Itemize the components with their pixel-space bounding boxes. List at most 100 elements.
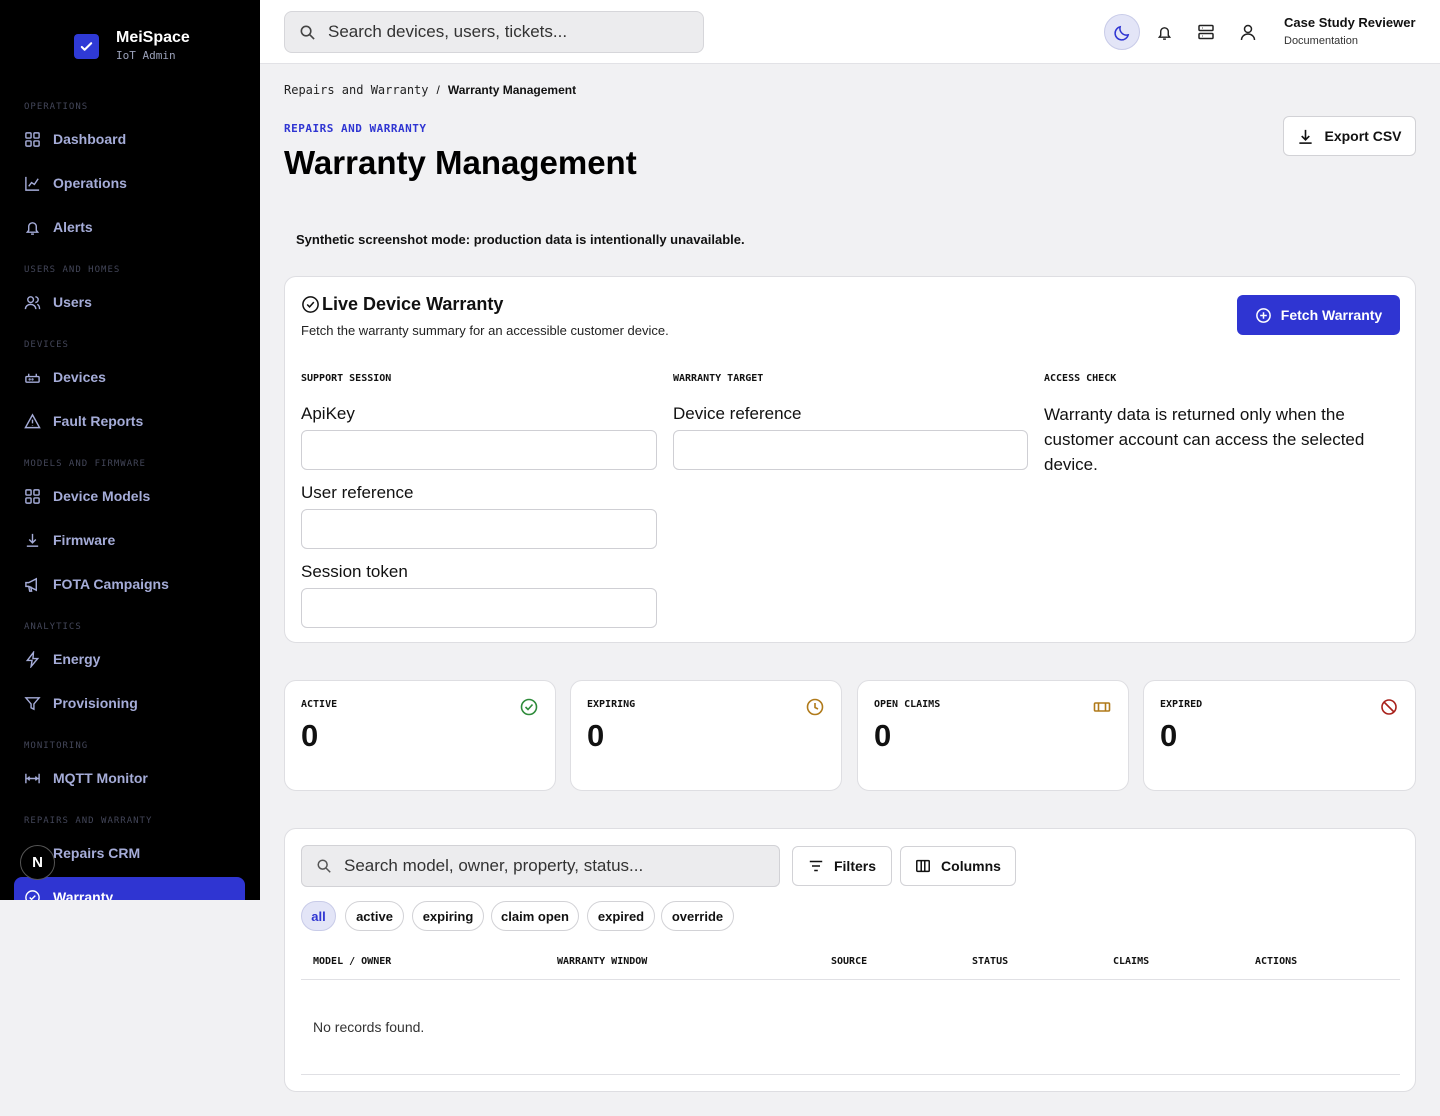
sidebar-item-label: Device Models — [53, 488, 151, 504]
stat-label: EXPIRED — [1160, 699, 1203, 710]
sidebar-item-fault-reports[interactable]: Fault Reports — [24, 409, 143, 433]
sidebar-item-label: Users — [53, 294, 92, 310]
export-csv-label: Export CSV — [1324, 128, 1402, 144]
filter-chip-claim-open[interactable]: claim open — [491, 901, 579, 931]
global-search[interactable] — [284, 11, 704, 53]
account-button[interactable] — [1230, 14, 1266, 50]
fetch-warranty-button[interactable]: Fetch Warranty — [1237, 295, 1400, 335]
bell-icon — [25, 221, 40, 235]
stat-label: OPEN CLAIMS — [874, 699, 941, 710]
filters-label: Filters — [833, 858, 876, 874]
stat-label: ACTIVE — [301, 699, 338, 710]
user-reference-field[interactable] — [301, 509, 657, 549]
column-header-claims[interactable]: CLAIMS — [1113, 956, 1149, 967]
sidebar-item-provisioning[interactable]: Provisioning — [24, 691, 138, 715]
filter-lines-icon — [809, 860, 823, 872]
sidebar-item-warranty-inner: Warranty — [24, 885, 113, 900]
sidebar-item-dashboard[interactable]: Dashboard — [24, 127, 126, 151]
apikey-field[interactable] — [301, 430, 657, 470]
global-search-input[interactable] — [328, 22, 688, 42]
device-reference-field[interactable] — [673, 430, 1028, 470]
column-header-source[interactable]: SOURCE — [831, 956, 867, 967]
sidebar-item-label: Devices — [53, 369, 106, 385]
sidebar-item-label: Warranty — [53, 889, 114, 900]
check-circle-icon — [25, 889, 40, 900]
stat-label: EXPIRING — [587, 699, 636, 710]
sidebar-item-users[interactable]: Users — [24, 290, 92, 314]
theme-toggle-button[interactable] — [1104, 14, 1140, 50]
section-label-devices: DEVICES — [24, 340, 69, 350]
sidebar-item-label: Alerts — [53, 219, 93, 235]
sidebar-item-label: FOTA Campaigns — [53, 576, 169, 592]
table-search-input[interactable] — [344, 856, 764, 876]
users-icon — [24, 295, 41, 309]
sidebar-item-mqtt-monitor[interactable]: MQTT Monitor — [24, 766, 148, 790]
filter-chip-active[interactable]: active — [345, 901, 404, 931]
filter-chip-expired[interactable]: expired — [587, 901, 655, 931]
sidebar-item-operations[interactable]: Operations — [24, 171, 127, 195]
stat-card-expiring: EXPIRING 0 — [570, 680, 842, 791]
column-header-status[interactable]: STATUS — [972, 956, 1008, 967]
brand-logo-icon — [74, 33, 99, 59]
breadcrumb-parent[interactable]: Repairs and Warranty — [284, 83, 429, 97]
brand[interactable]: MeiSpace IoT Admin — [74, 30, 190, 62]
export-csv-button[interactable]: Export CSV — [1283, 116, 1416, 156]
sidebar-item-label: MQTT Monitor — [53, 770, 148, 786]
sidebar-item-label: Energy — [53, 651, 101, 667]
sidebar-item-label: Operations — [53, 175, 127, 191]
notifications-button[interactable] — [1146, 14, 1182, 50]
access-check-label: ACCESS CHECK — [1044, 373, 1117, 384]
sidebar-item-devices[interactable]: Devices — [24, 365, 106, 389]
topbar: Case Study Reviewer Documentation — [260, 0, 1440, 64]
columns-label: Columns — [941, 858, 1001, 874]
empty-state: No records found. — [313, 1019, 425, 1035]
live-warranty-title-text: Live Device Warranty — [322, 294, 504, 314]
sidebar-item-device-models[interactable]: Device Models — [24, 484, 150, 508]
columns-icon — [916, 859, 931, 873]
stat-value: 0 — [1160, 718, 1178, 753]
brand-name: MeiSpace — [116, 29, 190, 46]
device-reference-label: Device reference — [673, 404, 802, 423]
search-icon — [300, 25, 315, 40]
download-icon — [26, 533, 39, 547]
search-icon — [317, 859, 331, 873]
megaphone-icon — [25, 577, 37, 592]
filter-chip-expiring[interactable]: expiring — [412, 901, 484, 931]
ban-icon — [1381, 699, 1397, 715]
column-header-model-owner[interactable]: MODEL / OWNER — [313, 956, 391, 967]
sidebar-item-label: Firmware — [53, 532, 116, 548]
filter-chip-all[interactable]: all — [301, 901, 336, 931]
sidebar-item-alerts[interactable]: Alerts — [24, 215, 93, 239]
sidebar-item-firmware[interactable]: Firmware — [24, 528, 115, 552]
column-header-actions[interactable]: ACTIONS — [1255, 956, 1297, 967]
sidebar-item-fota-campaigns[interactable]: FOTA Campaigns — [24, 572, 169, 596]
section-label-monitoring: MONITORING — [24, 741, 89, 751]
server-icon — [1198, 24, 1214, 40]
sidebar-item-energy[interactable]: Energy — [24, 647, 100, 671]
server-button[interactable] — [1188, 14, 1224, 50]
download-icon — [1299, 129, 1313, 144]
filter-chip-override[interactable]: override — [661, 901, 734, 931]
access-check-text: Warranty data is returned only when the … — [1044, 405, 1365, 474]
sidebar-item-warranty[interactable]: Warranty — [14, 877, 245, 900]
session-token-field[interactable] — [301, 588, 657, 628]
user-name: Case Study Reviewer — [1284, 15, 1416, 30]
bell-icon — [1157, 26, 1171, 40]
columns-button[interactable]: Columns — [900, 846, 1016, 886]
filters-button[interactable]: Filters — [792, 846, 892, 886]
stat-value: 0 — [301, 718, 319, 753]
breadcrumb-current: Warranty Management — [447, 83, 577, 97]
stat-value: 0 — [874, 718, 892, 753]
grid-icon — [25, 131, 40, 147]
sidebar-item-label: Fault Reports — [53, 413, 144, 429]
section-label-analytics: ANALYTICS — [24, 622, 82, 632]
column-header-warranty-window[interactable]: WARRANTY WINDOW — [557, 956, 647, 967]
breadcrumb: Repairs and Warranty / Warranty Manageme… — [284, 83, 576, 97]
breadcrumb-separator: / — [436, 83, 440, 97]
table-search[interactable] — [301, 845, 780, 887]
section-label-repairs: REPAIRS AND WARRANTY — [24, 816, 153, 826]
support-session-label: SUPPORT SESSION — [301, 373, 392, 384]
next-badge[interactable]: N — [20, 845, 55, 880]
lightning-icon — [25, 650, 40, 668]
live-warranty-title: Live Device Warranty — [301, 294, 503, 315]
